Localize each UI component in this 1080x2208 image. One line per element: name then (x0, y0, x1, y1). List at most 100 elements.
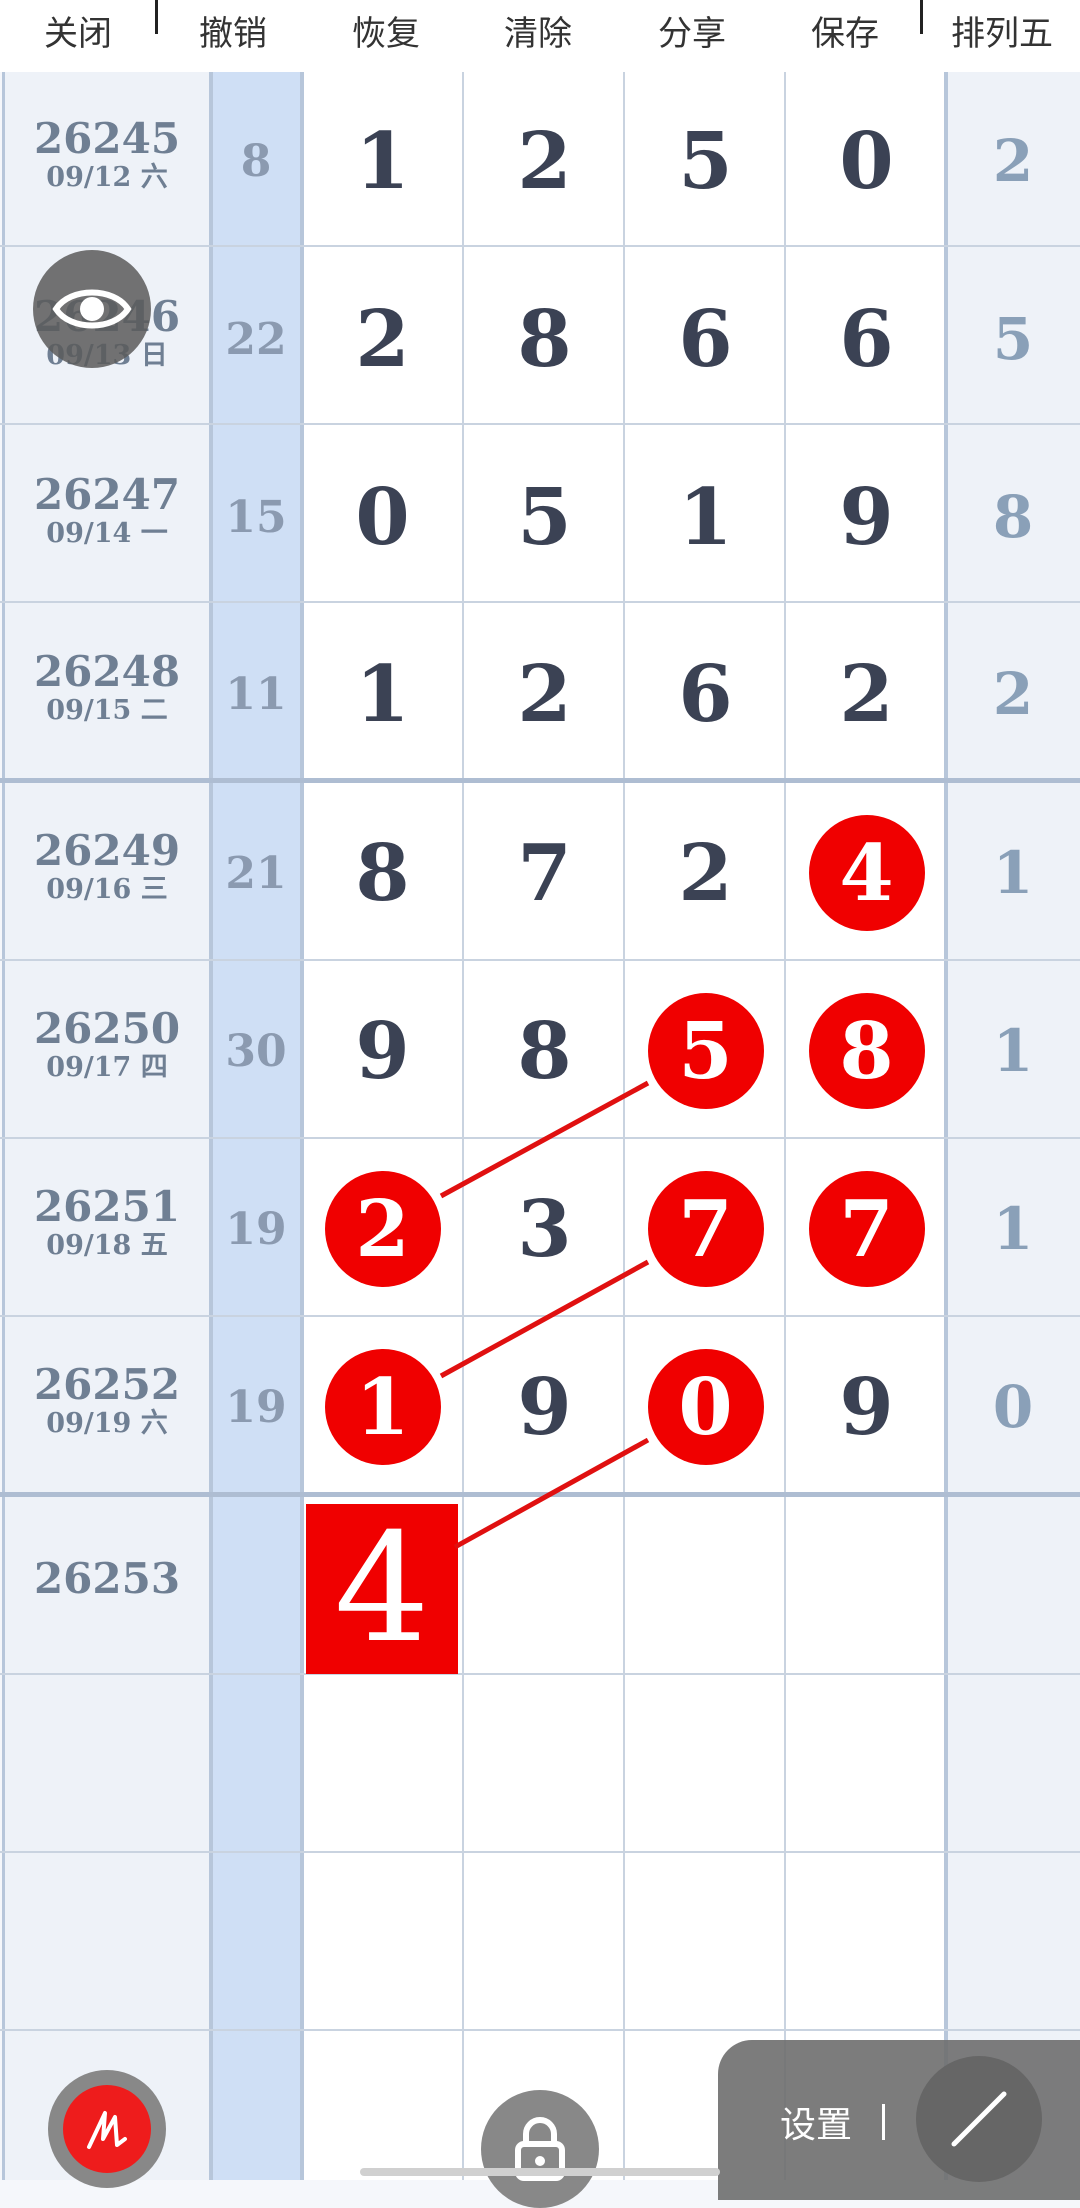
grid-line (0, 1673, 1080, 1675)
issue-date: 09/16 三 (46, 874, 168, 905)
table-row: 2624609/13 日2228665 (0, 250, 1080, 428)
pen-icon (63, 2085, 151, 2173)
issue-cell: 26248 09/15 二 (4, 605, 210, 727)
next-issue-number: 26253 (33, 1554, 181, 1603)
issue-number: 26248 (33, 647, 181, 696)
sum-value: 21 (225, 847, 287, 899)
issue-number: 26252 (33, 1360, 181, 1409)
sum-value: 19 (225, 1381, 287, 1433)
highlighted-digit[interactable]: 2 (324, 1171, 441, 1287)
digit-cell[interactable]: 2 (464, 72, 625, 250)
table-row: 26245 09/12 六812502 (0, 72, 1080, 250)
issue-cell: 26252 09/19 六 (4, 1318, 210, 1440)
save-button[interactable]: 保存 (772, 0, 918, 60)
digit-cell[interactable]: 5 (625, 72, 786, 250)
close-button[interactable]: 关闭 (0, 0, 156, 60)
share-button[interactable]: 分享 (612, 0, 772, 60)
issue-number: 26245 (33, 114, 181, 163)
fifth-digit-value: 2 (992, 127, 1034, 195)
highlighted-digit[interactable]: 0 (647, 1349, 764, 1465)
highlighted-digit[interactable]: 1 (324, 1349, 441, 1465)
digit-cell[interactable]: 6 (625, 250, 786, 428)
digit-cell[interactable]: 2 (302, 250, 463, 428)
digit-cell[interactable]: 2 (464, 605, 625, 783)
digit-cell[interactable]: 1 (302, 72, 463, 250)
eye-icon (52, 289, 132, 329)
top-toolbar: 关闭 撤销 恢复 清除 分享 保存 排列五 (0, 0, 1080, 72)
pen-button[interactable] (48, 2070, 166, 2188)
table-row: 26249 09/16 三 21 8 7 2 4 1 (0, 784, 1080, 962)
table-row: 26250 09/17 四 30 9 8 5 8 1 (0, 962, 1080, 1140)
digit-cell[interactable]: 7 (786, 1140, 947, 1318)
digit-cell[interactable]: 2 (302, 1140, 463, 1318)
digit-cell[interactable]: 1 (302, 605, 463, 783)
highlighted-digit[interactable]: 5 (647, 993, 764, 1109)
digit-cell[interactable]: 8 (786, 962, 947, 1140)
fifth-digit-value: 8 (992, 483, 1034, 551)
highlighted-digit[interactable]: 7 (647, 1171, 764, 1287)
digit-cell[interactable]: 8 (302, 784, 463, 962)
digit-cell[interactable]: 2 (625, 784, 786, 962)
trend-chart-grid[interactable]: 2624509/12 六8125022624609/13 日2228665262… (0, 72, 1080, 2180)
highlighted-digit[interactable]: 4 (808, 815, 925, 931)
digit-cell[interactable]: 5 (625, 962, 786, 1140)
lottery-type-button[interactable]: 排列五 (924, 0, 1080, 60)
issue-date: 09/17 四 (46, 1052, 168, 1083)
highlighted-digit[interactable]: 7 (808, 1171, 925, 1287)
grid-line (0, 1851, 1080, 1853)
issue-date: 09/18 五 (46, 1230, 168, 1261)
fifth-digit-value: 1 (992, 1195, 1034, 1263)
digit-cell[interactable]: 6 (786, 250, 947, 428)
sum-value: 22 (225, 313, 287, 365)
table-row: 26252 09/19 六 19 1 9 0 9 0 (0, 1318, 1080, 1496)
digit-cell[interactable]: 8 (464, 250, 625, 428)
fifth-digit-value: 1 (992, 839, 1034, 907)
clear-button[interactable]: 清除 (464, 0, 612, 60)
digit-cell[interactable]: 4 (786, 784, 947, 962)
digit-cell[interactable]: 6 (625, 605, 786, 783)
digit-cell[interactable]: 0 (786, 72, 947, 250)
highlighted-digit[interactable]: 8 (808, 993, 925, 1109)
digit-cell[interactable]: 1 (625, 428, 786, 606)
digit-cell[interactable]: 9 (464, 1318, 625, 1496)
line-tool-button[interactable] (916, 2056, 1042, 2182)
grid-line (0, 2029, 1080, 2031)
issue-cell: 26249 09/16 三 (4, 784, 210, 906)
digit-cell[interactable]: 9 (302, 962, 463, 1140)
settings-panel: 设置 (718, 2040, 1080, 2200)
fifth-digit-value: 1 (992, 1017, 1034, 1085)
digit-cell[interactable]: 0 (625, 1318, 786, 1496)
digit-cell[interactable]: 5 (464, 428, 625, 606)
redo-button[interactable]: 恢复 (308, 0, 464, 60)
issue-cell: 26245 09/12 六 (4, 72, 210, 194)
issue-number: 26250 (33, 1004, 181, 1053)
issue-cell: 26250 09/17 四 (4, 962, 210, 1084)
line-tool-icon (951, 2091, 1007, 2147)
digit-cell[interactable]: 9 (786, 1318, 947, 1496)
lock-button[interactable] (481, 2090, 599, 2208)
digit-cell[interactable]: 1 (302, 1318, 463, 1496)
issue-number: 26251 (33, 1182, 181, 1231)
fifth-digit-value: 5 (992, 305, 1034, 373)
eye-toggle-button[interactable] (33, 250, 151, 368)
digit-cell[interactable]: 9 (786, 428, 947, 606)
digit-cell[interactable]: 7 (464, 784, 625, 962)
table-row: 26247 09/14 一 15 0 5 1 9 8 (0, 428, 1080, 606)
prediction-box[interactable]: 4 (306, 1502, 458, 1676)
home-indicator (360, 2168, 720, 2176)
issue-cell: 26251 09/18 五 (4, 1140, 210, 1262)
digit-cell[interactable]: 3 (464, 1140, 625, 1318)
sum-value: 8 (240, 135, 272, 187)
table-row: 26248 09/15 二 11 1 2 6 2 2 (0, 605, 1080, 783)
digit-cell[interactable]: 7 (625, 1140, 786, 1318)
issue-date: 09/15 二 (46, 695, 168, 726)
issue-number: 26247 (33, 470, 181, 519)
table-row: 26251 09/18 五 19 2 3 7 7 1 (0, 1140, 1080, 1318)
sum-value: 11 (225, 668, 287, 720)
settings-button[interactable]: 设置 (780, 2096, 852, 2148)
digit-cell[interactable]: 2 (786, 605, 947, 783)
issue-date: 09/14 一 (46, 518, 168, 549)
digit-cell[interactable]: 0 (302, 428, 463, 606)
digit-cell[interactable]: 8 (464, 962, 625, 1140)
undo-button[interactable]: 撤销 (158, 0, 308, 60)
